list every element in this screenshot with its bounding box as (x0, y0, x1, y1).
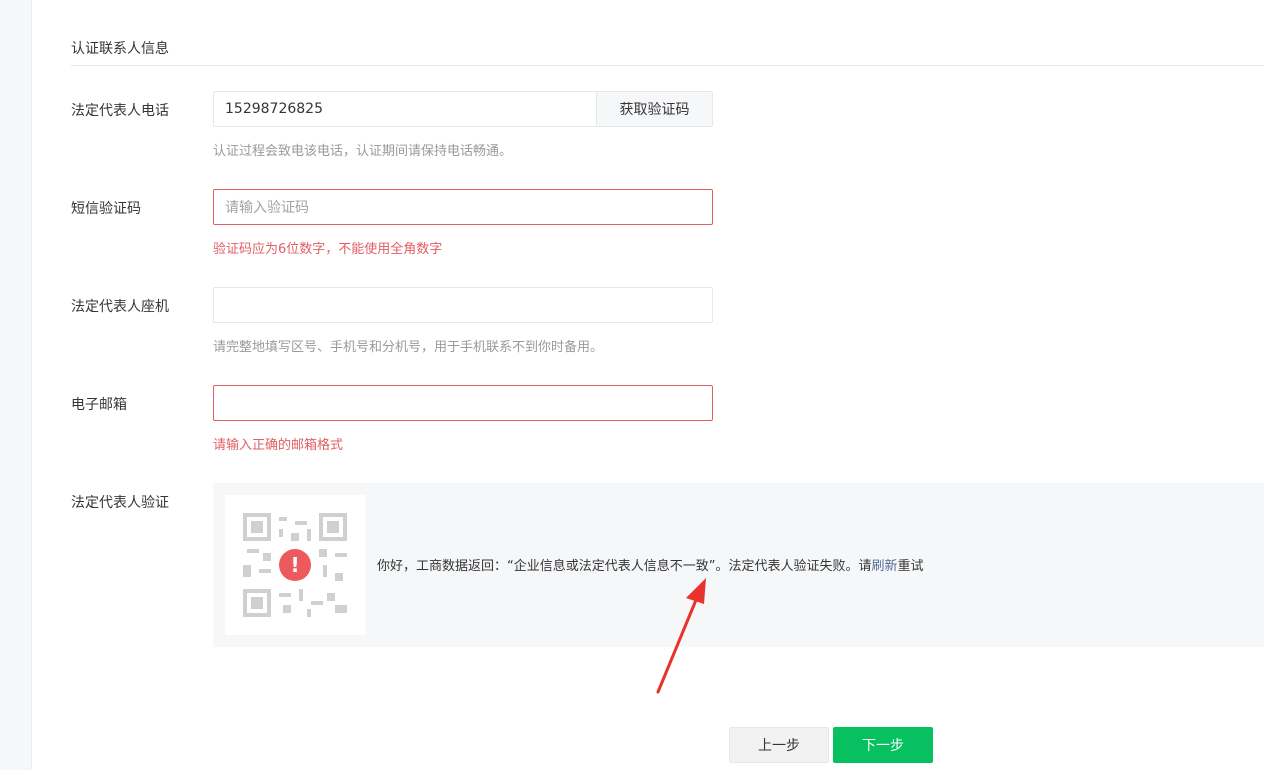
sms-code-input[interactable]: 请输入验证码 (213, 189, 713, 225)
phone-label: 法定代表人电话 (71, 103, 169, 119)
phone-tip: 认证过程会致电该电话，认证期间请保持电话畅通。 (213, 144, 513, 159)
sms-code-placeholder: 请输入验证码 (225, 200, 309, 216)
sms-error-message: 验证码应为6位数字，不能使用全角数字 (213, 242, 443, 257)
refresh-link[interactable]: 刷新 (871, 559, 897, 574)
verify-retry-suffix: 重试 (897, 559, 924, 574)
annotation-arrow-icon (656, 578, 706, 694)
section-divider (71, 65, 1264, 66)
verify-label: 法定代表人验证 (71, 495, 169, 511)
exclamation-icon: ! (279, 549, 311, 581)
landline-input[interactable] (213, 287, 713, 323)
left-sidebar-strip (0, 0, 32, 770)
landline-label: 法定代表人座机 (71, 299, 169, 315)
email-input[interactable] (213, 385, 713, 421)
phone-input[interactable]: 15298726825 (214, 101, 596, 117)
prev-step-button[interactable]: 上一步 (729, 727, 829, 763)
email-error-message: 请输入正确的邮箱格式 (213, 438, 344, 453)
get-code-button[interactable]: 获取验证码 (596, 92, 712, 126)
landline-tip: 请完整地填写区号、手机号和分机号，用于手机联系不到你时备用。 (213, 340, 604, 355)
sms-label: 短信验证码 (71, 201, 141, 217)
next-step-button[interactable]: 下一步 (833, 727, 933, 763)
verify-message-text: 你好，工商数据返回：“企业信息或法定代表人信息不一致”。法定代表人验证失败。请 (377, 559, 872, 574)
phone-input-group: 15298726825 获取验证码 (213, 91, 713, 127)
section-title: 认证联系人信息 (71, 41, 169, 57)
email-label: 电子邮箱 (71, 397, 127, 413)
verify-panel: ! 你好，工商数据返回：“企业信息或法定代表人信息不一致”。法定代表人验证失败。… (213, 483, 1264, 647)
qr-code: ! (225, 495, 365, 635)
